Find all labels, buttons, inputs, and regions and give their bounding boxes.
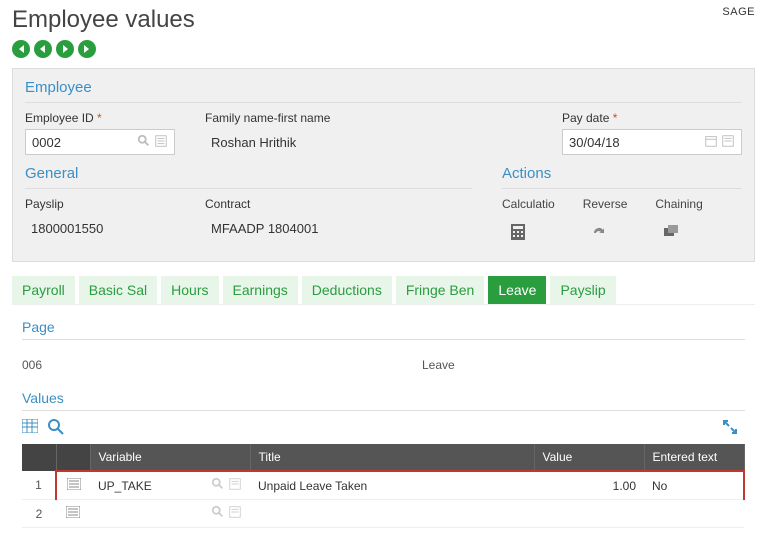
cell-title xyxy=(250,500,534,528)
col-value[interactable]: Value xyxy=(534,444,644,471)
nav-prev-button[interactable] xyxy=(34,40,52,58)
page-code: 006 xyxy=(22,358,422,372)
row-menu-icon[interactable] xyxy=(56,500,90,528)
page-section-title: Page xyxy=(22,319,745,340)
table-row[interactable]: 1 UP_TAKE xyxy=(22,471,744,500)
form-icon[interactable] xyxy=(154,134,168,151)
tab-payroll[interactable]: Payroll xyxy=(12,276,75,304)
general-section-title: General xyxy=(25,165,472,182)
tab-hours[interactable]: Hours xyxy=(161,276,218,304)
expand-icon[interactable] xyxy=(723,420,745,437)
search-icon[interactable] xyxy=(211,505,225,522)
page-title: Employee values xyxy=(12,6,195,34)
form-icon[interactable] xyxy=(721,134,735,151)
row-menu-icon[interactable] xyxy=(56,471,90,500)
family-name-value: Roshan Hrithik xyxy=(205,129,532,155)
col-menu xyxy=(56,444,90,471)
reverse-icon xyxy=(589,223,609,241)
values-table: Variable Title Value Entered text 1 UP_T… xyxy=(22,444,745,528)
search-icon[interactable] xyxy=(137,134,151,151)
chaining-icon xyxy=(661,223,681,241)
action-calc[interactable]: Calculatio xyxy=(502,197,555,241)
contract-value: MFAADP 1804001 xyxy=(205,215,425,241)
col-variable[interactable]: Variable xyxy=(90,444,250,471)
contract-label: Contract xyxy=(205,197,425,211)
employee-id-input[interactable]: 0002 xyxy=(25,129,175,155)
values-section-title: Values xyxy=(22,390,745,411)
table-row[interactable]: 2 xyxy=(22,500,744,528)
brand-label: SAGE xyxy=(722,6,755,18)
employee-panel: Employee Employee ID * 0002 Family name-… xyxy=(12,68,755,262)
tabs: Payroll Basic Sal Hours Earnings Deducti… xyxy=(12,276,755,304)
nav-last-button[interactable] xyxy=(78,40,96,58)
tab-payslip[interactable]: Payslip xyxy=(550,276,615,304)
employee-id-label: Employee ID * xyxy=(25,111,175,125)
form-icon[interactable] xyxy=(228,477,242,494)
cell-variable[interactable]: UP_TAKE xyxy=(90,471,250,500)
nav-next-button[interactable] xyxy=(56,40,74,58)
paydate-input[interactable]: 30/04/18 xyxy=(562,129,742,155)
action-chaining[interactable]: Chaining xyxy=(655,197,702,241)
family-name-label: Family name-first name xyxy=(205,111,532,125)
cell-value[interactable]: 1.00 xyxy=(534,471,644,500)
row-number: 1 xyxy=(22,471,56,500)
paydate-label: Pay date * xyxy=(562,111,742,125)
col-entered[interactable]: Entered text xyxy=(644,444,744,471)
search-icon[interactable] xyxy=(211,477,225,494)
tab-fringe-ben[interactable]: Fringe Ben xyxy=(396,276,484,304)
row-number: 2 xyxy=(22,500,56,528)
cell-entered[interactable]: No xyxy=(644,471,744,500)
cell-title: Unpaid Leave Taken xyxy=(250,471,534,500)
action-reverse[interactable]: Reverse xyxy=(583,197,628,241)
form-icon[interactable] xyxy=(228,505,242,522)
col-title[interactable]: Title xyxy=(250,444,534,471)
employee-section-title: Employee xyxy=(25,79,742,96)
grid-icon[interactable] xyxy=(22,419,38,438)
col-blank xyxy=(22,444,56,471)
search-icon[interactable] xyxy=(48,419,64,438)
tab-leave[interactable]: Leave xyxy=(488,276,546,304)
tab-earnings[interactable]: Earnings xyxy=(223,276,298,304)
payslip-value: 1800001550 xyxy=(25,215,175,241)
page-name: Leave xyxy=(422,358,455,372)
calendar-icon[interactable] xyxy=(704,134,718,151)
tab-deductions[interactable]: Deductions xyxy=(302,276,392,304)
actions-section-title: Actions xyxy=(502,165,742,182)
cell-value[interactable] xyxy=(534,500,644,528)
nav-first-button[interactable] xyxy=(12,40,30,58)
tab-basic-sal[interactable]: Basic Sal xyxy=(79,276,157,304)
cell-entered[interactable] xyxy=(644,500,744,528)
payslip-label: Payslip xyxy=(25,197,175,211)
calculator-icon xyxy=(508,223,528,241)
cell-variable[interactable] xyxy=(90,500,250,528)
